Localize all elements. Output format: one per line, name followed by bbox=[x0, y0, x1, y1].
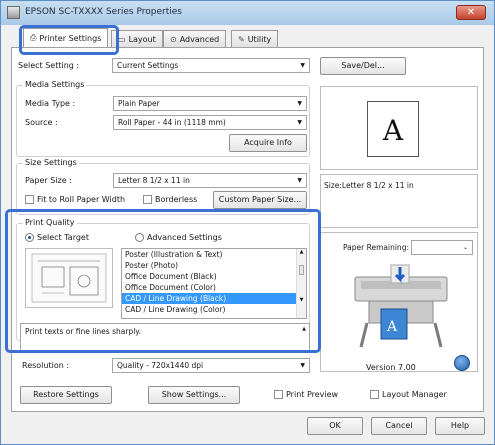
chevron-down-icon: ⌄ bbox=[462, 244, 468, 251]
paper-letter: A bbox=[382, 114, 404, 147]
properties-window: EPSON SC-TXXXX Series Properties ✕ ⎙ Pri… bbox=[0, 0, 495, 445]
printer-status-box: Paper Remaining: ⌄ A bbox=[320, 232, 478, 372]
title-bar[interactable]: EPSON SC-TXXXX Series Properties ✕ bbox=[1, 1, 494, 25]
paper-size-combo[interactable]: Letter 8 1/2 x 11 in ▼ bbox=[113, 173, 307, 188]
chevron-down-icon: ▼ bbox=[297, 119, 302, 126]
size-summary-box: Size:Letter 8 1/2 x 11 in bbox=[320, 174, 478, 228]
resolution-combo[interactable]: Quality - 720x1440 dpi ▼ bbox=[112, 358, 310, 373]
select-setting-combo[interactable]: Current Settings ▼ bbox=[112, 58, 310, 73]
print-preview-checkbox[interactable]: Print Preview bbox=[274, 390, 338, 399]
source-label: Source : bbox=[25, 118, 58, 127]
version-text: Version 7.00 bbox=[366, 363, 416, 372]
select-setting-label: Select Setting : bbox=[18, 61, 80, 70]
tab-highlight bbox=[19, 25, 119, 55]
custom-paper-size-button[interactable]: Custom Paper Size... bbox=[213, 191, 307, 209]
size-settings-title: Size Settings bbox=[23, 158, 79, 167]
large-format-printer-icon: A bbox=[354, 264, 448, 348]
chevron-down-icon: ▼ bbox=[297, 177, 302, 184]
paper-preview: A bbox=[320, 86, 478, 170]
ok-button[interactable]: OK bbox=[307, 417, 363, 435]
paper-remaining-combo[interactable]: ⌄ bbox=[411, 240, 473, 255]
chevron-down-icon: ▼ bbox=[300, 362, 305, 369]
size-summary-text: Size:Letter 8 1/2 x 11 in bbox=[324, 181, 414, 190]
svg-text:A: A bbox=[386, 319, 398, 335]
media-type-label: Media Type : bbox=[25, 99, 76, 108]
cancel-button[interactable]: Cancel bbox=[371, 417, 427, 435]
tab-advanced[interactable]: ⊙ Advanced bbox=[163, 30, 227, 47]
chevron-down-icon: ▼ bbox=[297, 100, 302, 107]
restore-settings-button[interactable]: Restore Settings bbox=[20, 386, 112, 404]
save-del-button[interactable]: Save/Del... bbox=[320, 57, 406, 75]
paper-icon: A bbox=[367, 101, 419, 157]
paper-remaining-label: Paper Remaining: bbox=[343, 243, 409, 252]
tab-utility[interactable]: ✎ Utility bbox=[231, 30, 279, 47]
layout-icon: ▭ bbox=[118, 34, 126, 44]
print-quality-highlight bbox=[5, 209, 321, 353]
source-combo[interactable]: Roll Paper - 44 in (1118 mm) ▼ bbox=[113, 115, 307, 130]
utility-icon: ✎ bbox=[238, 34, 245, 44]
printer-app-icon bbox=[7, 6, 20, 19]
media-settings-group: Media Settings Media Type : Plain Paper … bbox=[16, 80, 310, 157]
media-settings-title: Media Settings bbox=[23, 80, 87, 89]
layout-manager-checkbox[interactable]: Layout Manager bbox=[370, 390, 447, 399]
close-button[interactable]: ✕ bbox=[456, 5, 486, 20]
fit-roll-width-checkbox[interactable]: Fit to Roll Paper Width bbox=[25, 195, 125, 204]
size-settings-group: Size Settings Paper Size : Letter 8 1/2 … bbox=[16, 158, 310, 215]
media-type-combo[interactable]: Plain Paper ▼ bbox=[113, 96, 307, 111]
paper-size-label: Paper Size : bbox=[25, 176, 72, 185]
advanced-icon: ⊙ bbox=[170, 34, 177, 44]
window-title: EPSON SC-TXXXX Series Properties bbox=[25, 7, 182, 17]
chevron-down-icon: ▼ bbox=[300, 62, 305, 69]
acquire-info-button[interactable]: Acquire Info bbox=[229, 134, 307, 152]
update-icon[interactable] bbox=[454, 355, 470, 371]
borderless-checkbox[interactable]: Borderless bbox=[143, 195, 197, 204]
show-settings-button[interactable]: Show Settings... bbox=[148, 386, 240, 404]
help-button[interactable]: Help bbox=[435, 417, 485, 435]
resolution-label: Resolution : bbox=[22, 361, 70, 370]
